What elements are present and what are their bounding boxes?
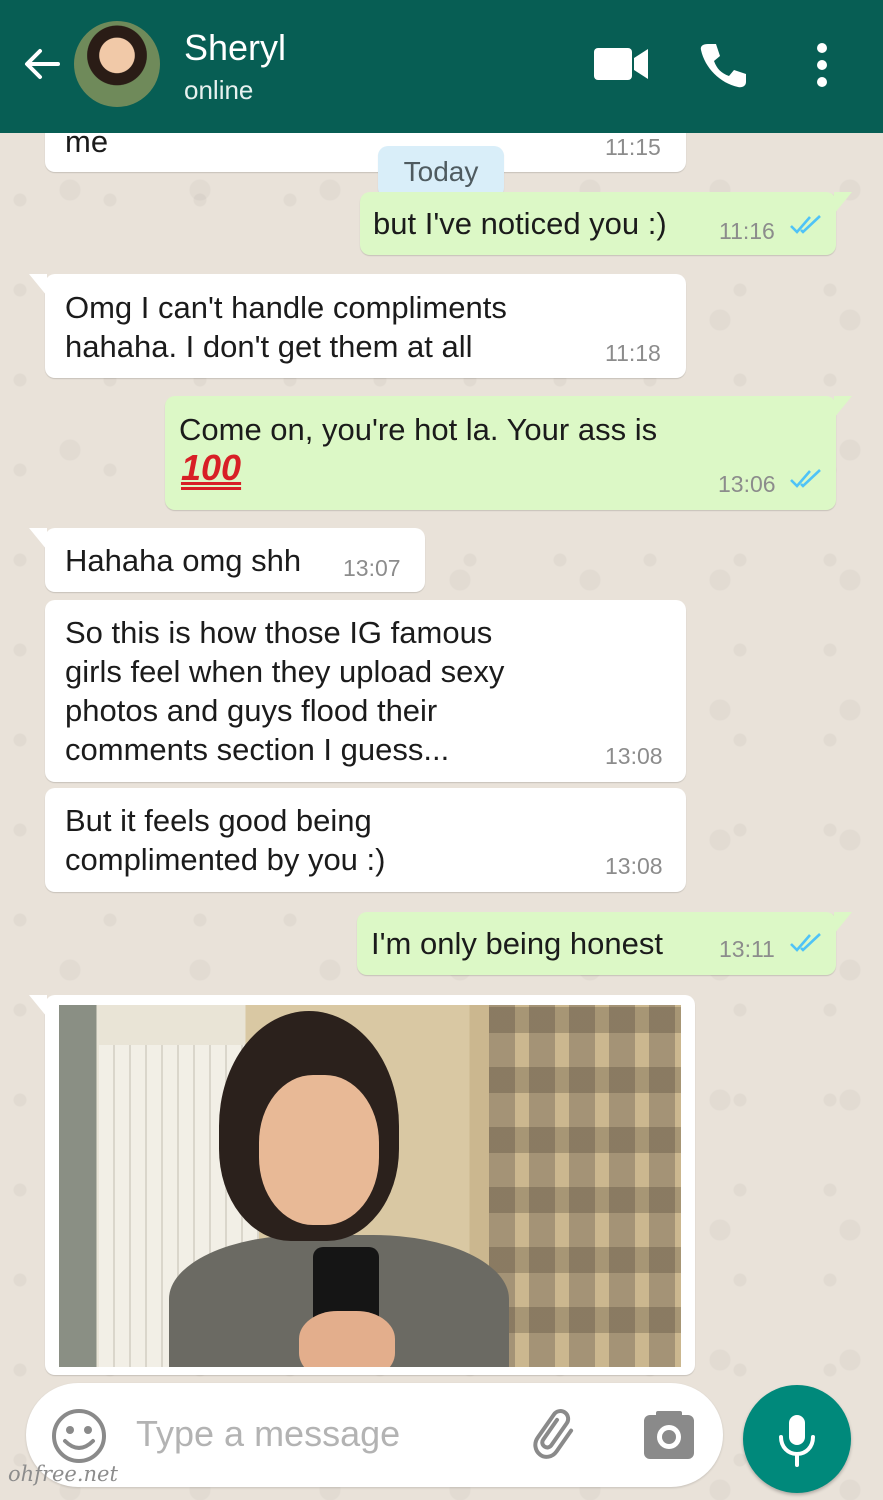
message-time: 13:07 bbox=[343, 555, 401, 581]
message-input-placeholder[interactable]: Type a message bbox=[136, 1409, 400, 1459]
selfie-photo[interactable] bbox=[59, 1005, 681, 1367]
message-time: 13:08 bbox=[605, 853, 663, 879]
hundred-points-emoji: 100 bbox=[181, 447, 242, 488]
bubble-tail bbox=[834, 396, 852, 418]
emoji-icon[interactable] bbox=[50, 1407, 108, 1465]
back-arrow-icon[interactable] bbox=[22, 44, 62, 84]
message-bubble-incoming[interactable]: But it feels good being complimented by … bbox=[45, 788, 686, 892]
read-ticks-icon bbox=[790, 469, 821, 488]
bubble-tail bbox=[834, 192, 852, 214]
contact-status: online bbox=[184, 75, 254, 105]
message-bubble-incoming[interactable]: Hahaha omg shh 13:07 bbox=[29, 528, 425, 592]
video-call-icon[interactable] bbox=[594, 46, 648, 82]
mic-icon bbox=[779, 1415, 815, 1467]
message-time: 13:11 bbox=[719, 936, 775, 962]
bubble-tail bbox=[29, 995, 47, 1017]
phone-call-icon[interactable] bbox=[698, 40, 748, 90]
message-bubble-outgoing[interactable]: Come on, you're hot la. Your ass is 100 … bbox=[165, 396, 852, 510]
message-text: Omg I can't handle compliments hahaha. I… bbox=[65, 290, 507, 364]
message-bubble-photo[interactable] bbox=[29, 995, 695, 1375]
message-time: 11:16 bbox=[719, 218, 775, 244]
bubble-tail bbox=[29, 274, 47, 296]
message-text: but I've noticed you :) bbox=[373, 206, 667, 241]
date-chip: Today bbox=[378, 146, 504, 198]
message-bubble-incoming[interactable]: Omg I can't handle compliments hahaha. I… bbox=[29, 274, 686, 378]
message-bubble-outgoing[interactable]: I'm only being honest 13:11 bbox=[357, 912, 852, 975]
read-ticks-icon bbox=[790, 215, 821, 234]
more-options-icon[interactable] bbox=[812, 42, 832, 88]
message-time: 13:08 bbox=[605, 743, 663, 769]
message-text: But it feels good being complimented by … bbox=[65, 803, 386, 877]
message-input-box[interactable]: Type a message bbox=[26, 1383, 723, 1487]
contact-name[interactable]: Sheryl bbox=[184, 27, 286, 69]
watermark: ohfree.net bbox=[8, 1462, 118, 1486]
chat-header: Sheryl online bbox=[0, 0, 883, 133]
camera-icon[interactable] bbox=[642, 1409, 696, 1461]
message-bubble-outgoing[interactable]: but I've noticed you :) 11:16 bbox=[360, 192, 852, 255]
message-time: 11:15 bbox=[605, 134, 661, 160]
message-time: 13:06 bbox=[718, 471, 776, 497]
bubble-tail bbox=[834, 912, 852, 934]
message-time: 11:18 bbox=[605, 340, 661, 366]
message-text: So this is how those IG famous girls fee… bbox=[65, 615, 505, 767]
attach-icon[interactable] bbox=[530, 1409, 586, 1465]
contact-avatar[interactable] bbox=[74, 21, 160, 107]
message-text: Come on, you're hot la. Your ass is bbox=[179, 412, 658, 447]
bubble-tail bbox=[29, 528, 47, 550]
read-ticks-icon bbox=[790, 933, 821, 952]
message-bubble-incoming[interactable]: So this is how those IG famous girls fee… bbox=[45, 600, 686, 782]
message-text: I'm only being honest bbox=[371, 926, 663, 961]
message-text: Hahaha omg shh bbox=[65, 543, 302, 578]
voice-record-button[interactable] bbox=[743, 1385, 851, 1493]
